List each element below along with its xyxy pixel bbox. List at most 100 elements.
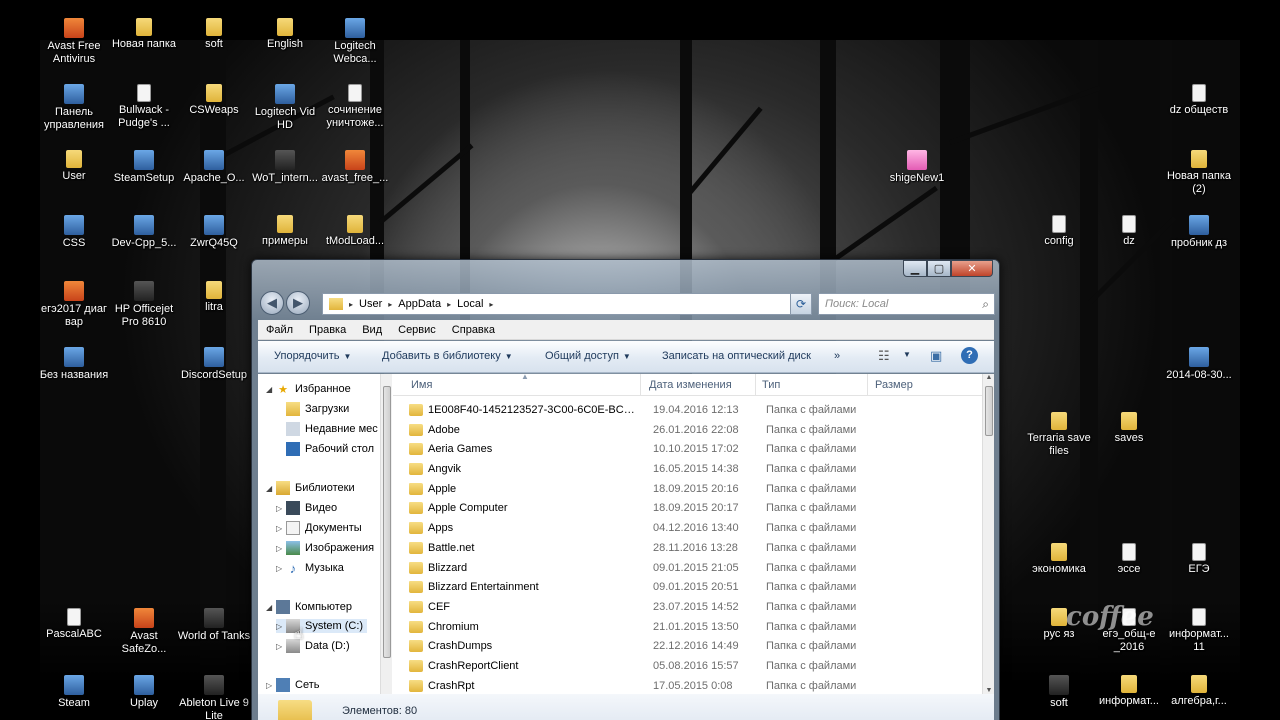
expand-arrow-icon[interactable]: ▷ bbox=[276, 564, 286, 573]
desktop-shortcut[interactable]: soft bbox=[1022, 675, 1096, 710]
file-row[interactable]: CEF 23.07.2015 14:52 Папка с файлами bbox=[393, 598, 984, 618]
column-date[interactable]: Дата изменения bbox=[649, 379, 732, 391]
column-name[interactable]: Имя bbox=[411, 379, 432, 391]
nav-video[interactable]: ▷ Видео bbox=[276, 501, 337, 515]
nav-documents[interactable]: ▷ Документы bbox=[276, 521, 362, 535]
desktop-shortcut[interactable]: эссе bbox=[1092, 543, 1166, 576]
desktop-shortcut[interactable]: Новая папка (2) bbox=[1162, 150, 1236, 196]
desktop-shortcut[interactable]: tModLoad... bbox=[318, 215, 392, 248]
file-row[interactable]: 1E008F40-1452123527-3C00-6C0E-BCAEC... 19… bbox=[393, 401, 984, 421]
nav-network[interactable]: ▷ Сеть bbox=[266, 678, 319, 692]
explorer-window[interactable]: ▁ ▢ ✕ ◀ ▶ ▸ User ▸ AppData ▸ Local ▸ ▼ ⟳… bbox=[251, 259, 1000, 720]
desktop-shortcut[interactable]: Terraria save files bbox=[1022, 412, 1096, 458]
desktop-shortcut[interactable]: DiscordSetup bbox=[177, 347, 251, 382]
view-options-icon[interactable]: ☷ bbox=[878, 348, 890, 364]
desktop-shortcut[interactable]: Steam bbox=[37, 675, 111, 710]
column-size[interactable]: Размер bbox=[875, 379, 913, 391]
preview-pane-icon[interactable]: ▣ bbox=[930, 348, 942, 364]
desktop-shortcut[interactable]: информат... 11 bbox=[1162, 608, 1236, 654]
desktop-shortcut[interactable]: PascalABC bbox=[37, 608, 111, 641]
nav-recent[interactable]: Недавние мес bbox=[276, 422, 378, 436]
file-row[interactable]: Apps 04.12.2016 13:40 Папка с файлами bbox=[393, 519, 984, 539]
desktop-shortcut[interactable]: ЕГЭ bbox=[1162, 543, 1236, 576]
file-row[interactable]: Chromium 21.01.2015 13:50 Папка с файлами bbox=[393, 618, 984, 638]
file-row[interactable]: Blizzard Entertainment 09.01.2015 20:51 Па… bbox=[393, 578, 984, 598]
desktop-shortcut[interactable]: saves bbox=[1092, 412, 1166, 445]
desktop-shortcut[interactable]: User bbox=[37, 150, 111, 183]
file-row[interactable]: Battle.net 28.11.2016 13:28 Папка с файлам… bbox=[393, 539, 984, 559]
file-row[interactable]: Blizzard 09.01.2015 21:05 Папка с файлами bbox=[393, 559, 984, 579]
nav-drive-c[interactable]: ▷ System (C:) bbox=[276, 619, 368, 633]
scrollbar-thumb[interactable] bbox=[383, 386, 391, 658]
expand-icon[interactable]: ◢ bbox=[266, 385, 276, 394]
desktop-shortcut[interactable]: Ableton Live 9 Lite bbox=[177, 675, 251, 720]
nav-music[interactable]: ▷ ♪ Музыка bbox=[276, 561, 344, 576]
expand-arrow-icon[interactable]: ▷ bbox=[276, 504, 286, 513]
desktop-shortcut[interactable]: CSWeaps bbox=[177, 84, 251, 117]
file-row[interactable]: CrashReportClient 05.08.2016 15:57 Папка с… bbox=[393, 657, 984, 677]
file-row[interactable]: Apple 18.09.2015 20:16 Папка с файлами bbox=[393, 480, 984, 500]
file-row[interactable]: Adobe 26.01.2016 22:08 Папка с файлами bbox=[393, 421, 984, 441]
expand-arrow-icon[interactable]: ▷ bbox=[276, 524, 286, 533]
nav-desktop[interactable]: Рабочий стол bbox=[276, 442, 374, 456]
expand-arrow-icon[interactable]: ▷ bbox=[276, 642, 286, 651]
file-row[interactable]: Apple Computer 18.09.2015 20:17 Папка с фа… bbox=[393, 499, 984, 519]
column-type[interactable]: Тип bbox=[762, 379, 780, 391]
more-commands-button[interactable]: » bbox=[834, 350, 840, 362]
menu-help[interactable]: Справка bbox=[444, 324, 503, 336]
refresh-button[interactable]: ⟳ bbox=[790, 293, 812, 315]
file-row[interactable]: CrashDumps 22.12.2016 14:49 Папка с файлам… bbox=[393, 637, 984, 657]
desktop-shortcut[interactable]: English bbox=[248, 18, 322, 51]
desktop-shortcut[interactable]: пробник дз bbox=[1162, 215, 1236, 250]
nav-pane-scrollbar[interactable] bbox=[380, 374, 392, 694]
desktop-shortcut[interactable]: World of Tanks bbox=[177, 608, 251, 643]
expand-arrow-icon[interactable]: ▷ bbox=[276, 544, 286, 553]
nav-images[interactable]: ▷ Изображения bbox=[276, 541, 374, 555]
nav-favorites[interactable]: ◢ ★ Избранное bbox=[266, 382, 351, 396]
breadcrumb-local[interactable]: Local bbox=[457, 298, 483, 310]
desktop-shortcut[interactable]: сочинение уничтоже... bbox=[318, 84, 392, 130]
desktop-shortcut[interactable]: егэ2017 диаг вар bbox=[37, 281, 111, 329]
desktop-shortcut[interactable]: WoT_intern... bbox=[248, 150, 322, 185]
maximize-button[interactable]: ▢ bbox=[927, 260, 951, 277]
desktop-shortcut[interactable]: Logitech Webca... bbox=[318, 18, 392, 66]
desktop-shortcut[interactable]: Dev-Cpp_5... bbox=[107, 215, 181, 250]
file-row[interactable]: Angvik 16.05.2015 14:38 Папка с файлами bbox=[393, 460, 984, 480]
share-button[interactable]: Общий доступ ▼ bbox=[545, 350, 631, 362]
breadcrumb-appdata[interactable]: AppData bbox=[398, 298, 441, 310]
file-row[interactable]: Aeria Games 10.10.2015 17:02 Папка с файла… bbox=[393, 440, 984, 460]
desktop-shortcut[interactable]: config bbox=[1022, 215, 1096, 248]
expand-icon[interactable]: ◢ bbox=[266, 603, 276, 612]
column-divider[interactable] bbox=[755, 374, 756, 396]
address-bar[interactable]: ▸ User ▸ AppData ▸ Local ▸ ▼ bbox=[322, 293, 807, 315]
expand-icon[interactable]: ◢ bbox=[266, 484, 276, 493]
desktop-shortcut[interactable]: dz обществ bbox=[1162, 84, 1236, 117]
desktop-shortcut[interactable]: CSS bbox=[37, 215, 111, 250]
desktop-shortcut[interactable]: 2014-08-30... bbox=[1162, 347, 1236, 382]
desktop-shortcut[interactable]: информат... bbox=[1092, 675, 1166, 708]
desktop-shortcut[interactable]: примеры bbox=[248, 215, 322, 248]
breadcrumb-user[interactable]: User bbox=[359, 298, 382, 310]
file-list-scrollbar[interactable]: ▲ ▼ bbox=[982, 374, 994, 694]
desktop-shortcut[interactable]: Bullwack - Pudge's ... bbox=[107, 84, 181, 130]
close-button[interactable]: ✕ bbox=[951, 260, 993, 277]
nav-libraries[interactable]: ◢ Библиотеки bbox=[266, 481, 355, 495]
desktop-shortcut[interactable]: Apache_O... bbox=[177, 150, 251, 185]
desktop-shortcut[interactable]: Logitech Vid HD bbox=[248, 84, 322, 132]
nav-downloads[interactable]: Загрузки bbox=[276, 402, 349, 416]
menu-view[interactable]: Вид bbox=[354, 324, 390, 336]
desktop-shortcut[interactable]: Без названия bbox=[37, 347, 111, 382]
scroll-up-icon[interactable]: ▲ bbox=[983, 374, 995, 381]
menu-file[interactable]: Файл bbox=[258, 324, 301, 336]
burn-disc-button[interactable]: Записать на оптический диск bbox=[662, 350, 811, 362]
desktop-shortcut[interactable]: SteamSetup bbox=[107, 150, 181, 185]
scrollbar-thumb[interactable] bbox=[985, 386, 993, 436]
minimize-button[interactable]: ▁ bbox=[903, 260, 927, 277]
forward-button[interactable]: ▶ bbox=[286, 291, 310, 315]
desktop-shortcut[interactable]: Avast Free Antivirus bbox=[37, 18, 111, 66]
desktop-shortcut[interactable]: shigeNew1 bbox=[880, 150, 954, 185]
column-divider[interactable] bbox=[867, 374, 868, 396]
column-divider[interactable] bbox=[640, 374, 641, 396]
desktop-shortcut[interactable]: Uplay bbox=[107, 675, 181, 710]
desktop-shortcut[interactable]: ZwrQ45Q bbox=[177, 215, 251, 250]
